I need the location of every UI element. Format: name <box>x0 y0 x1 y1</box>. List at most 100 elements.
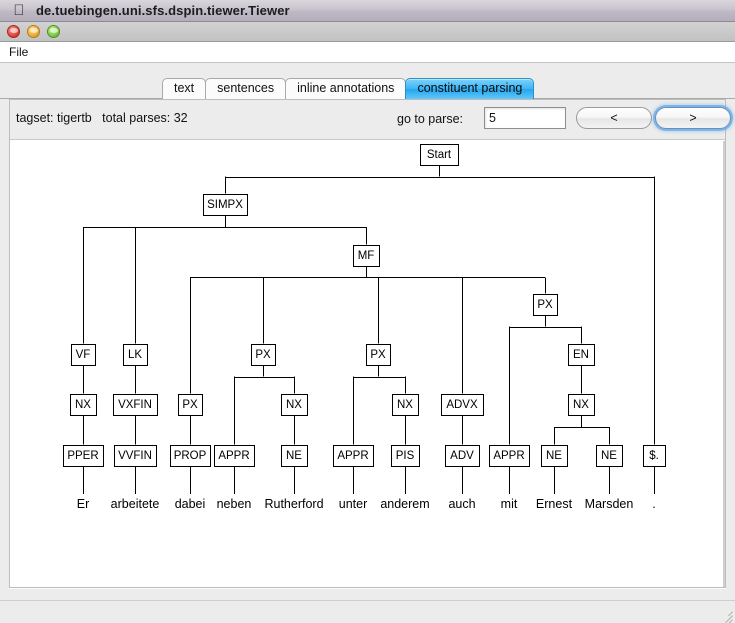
parse-panel: tagset: tigertb total parses: 32 go to p… <box>9 99 731 588</box>
node-label: NX <box>286 399 302 411</box>
resize-grip[interactable] <box>718 607 733 623</box>
node-label: ADV <box>450 450 474 462</box>
tab-strip: text sentences inline annotations consti… <box>0 78 735 99</box>
pos-node-adv[interactable]: ADV <box>445 445 480 467</box>
tree-node-advx[interactable]: ADVX <box>441 394 484 416</box>
terminal-word: arbeitete <box>111 497 160 511</box>
node-label: APPR <box>218 450 249 462</box>
pos-node-vvfin[interactable]: VVFIN <box>114 445 157 467</box>
terminal-word: neben <box>217 497 252 511</box>
tab-list: text sentences inline annotations consti… <box>162 78 535 99</box>
node-label: ADVX <box>446 399 478 411</box>
previous-parse-button[interactable]: < <box>576 107 652 129</box>
node-label: $. <box>649 450 659 462</box>
node-label: LK <box>128 349 142 361</box>
terminal-word: Marsden <box>585 497 634 511</box>
tree-node-start[interactable]: Start <box>420 144 459 166</box>
node-label: NE <box>286 450 302 462</box>
pos-node-appr[interactable]: APPR <box>214 445 255 467</box>
parse-toolbar: tagset: tigertb total parses: 32 go to p… <box>10 100 731 140</box>
application-window:  de.tuebingen.uni.sfs.dspin.tiewer.Tiew… <box>0 0 735 623</box>
node-label: PX <box>537 299 553 311</box>
tree-node-vxfin[interactable]: VXFIN <box>113 394 158 416</box>
tree-node-px[interactable]: PX <box>178 394 203 416</box>
node-label: PX <box>255 349 271 361</box>
parse-tree-canvas[interactable]: Start SIMPX MF PX VF LK PX PX EN NX VXFIN PX NX NX ADV… <box>10 140 725 587</box>
window-controls-bar <box>0 22 735 42</box>
tree-node-px[interactable]: PX <box>366 344 391 366</box>
node-label: VF <box>76 349 91 361</box>
panel-right-edge <box>723 141 725 587</box>
pos-node-[interactable]: $. <box>643 445 666 467</box>
window-title: de.tuebingen.uni.sfs.dspin.tiewer.Tiewer <box>36 3 290 18</box>
os-title-bar:  de.tuebingen.uni.sfs.dspin.tiewer.Tiew… <box>0 0 735 22</box>
tab-inline-annotations[interactable]: inline annotations <box>285 78 407 99</box>
node-label: VVFIN <box>118 450 152 462</box>
node-label: APPR <box>337 450 368 462</box>
constituent-tree: Start SIMPX MF PX VF LK PX PX EN NX VXFIN PX NX NX ADV… <box>63 144 666 511</box>
tree-node-vf[interactable]: VF <box>71 344 96 366</box>
node-label: NX <box>75 399 91 411</box>
terminal-word: unter <box>339 497 368 511</box>
pos-node-ne[interactable]: NE <box>281 445 308 467</box>
menu-bar: File <box>0 42 735 63</box>
tab-sentences[interactable]: sentences <box>205 78 287 99</box>
node-label: SIMPX <box>207 199 243 211</box>
minimize-button[interactable] <box>27 25 40 38</box>
pos-node-pper[interactable]: PPER <box>63 445 104 467</box>
node-label: NE <box>601 450 617 462</box>
tree-node-nx[interactable]: NX <box>70 394 97 416</box>
tree-node-en[interactable]: EN <box>568 344 595 366</box>
word-edges <box>83 465 655 494</box>
node-label: APPR <box>493 450 524 462</box>
close-button[interactable] <box>7 25 20 38</box>
tree-node-simpx[interactable]: SIMPX <box>203 194 248 216</box>
goto-parse-input[interactable] <box>484 107 566 129</box>
tree-node-nx[interactable]: NX <box>392 394 419 416</box>
menu-item-file[interactable]: File <box>0 44 36 61</box>
node-label: NX <box>397 399 413 411</box>
node-label: NE <box>546 450 562 462</box>
terminal-word: . <box>652 497 655 511</box>
tree-node-px[interactable]: PX <box>251 344 276 366</box>
tree-node-px[interactable]: PX <box>533 294 558 316</box>
tree-nodes: Start SIMPX MF PX VF LK PX PX EN NX VXFIN PX NX NX ADV… <box>63 144 666 467</box>
node-label: EN <box>573 349 589 361</box>
node-label: MF <box>358 250 375 262</box>
terminal-word: Ernest <box>536 497 573 511</box>
tree-node-nx[interactable]: NX <box>281 394 308 416</box>
pos-node-appr[interactable]: APPR <box>489 445 530 467</box>
node-label: Start <box>427 149 452 161</box>
pos-node-ne[interactable]: NE <box>541 445 568 467</box>
apple-icon:  <box>0 3 26 18</box>
tree-node-lk[interactable]: LK <box>123 344 148 366</box>
pos-node-appr[interactable]: APPR <box>333 445 374 467</box>
goto-parse-label: go to parse: <box>397 112 464 126</box>
next-parse-button[interactable]: > <box>655 107 731 129</box>
node-label: PPER <box>67 450 98 462</box>
pos-node-ne[interactable]: NE <box>596 445 623 467</box>
node-label: NX <box>573 399 589 411</box>
node-label: VXFIN <box>118 399 152 411</box>
tagset-info: tagset: tigertb total parses: 32 <box>16 111 188 125</box>
terminal-word: mit <box>501 497 518 511</box>
status-strip <box>0 600 735 623</box>
tab-constituent-parsing[interactable]: constituent parsing <box>405 78 535 99</box>
terminal-word: dabei <box>175 497 206 511</box>
node-label: PIS <box>396 450 415 462</box>
node-label: PROP <box>174 450 207 462</box>
tree-node-mf[interactable]: MF <box>353 245 380 267</box>
pos-node-pis[interactable]: PIS <box>391 445 420 467</box>
node-label: PX <box>182 399 198 411</box>
tree-words: Er arbeitete dabei neben Rutherford unter ande… <box>77 497 656 511</box>
pos-node-prop[interactable]: PROP <box>170 445 211 467</box>
content-area: text sentences inline annotations consti… <box>0 63 735 600</box>
terminal-word: anderem <box>380 497 429 511</box>
terminal-word: Er <box>77 497 90 511</box>
terminal-word: auch <box>448 497 475 511</box>
terminal-word: Rutherford <box>264 497 323 511</box>
node-label: PX <box>370 349 386 361</box>
tab-text[interactable]: text <box>162 78 207 99</box>
zoom-button[interactable] <box>47 25 60 38</box>
tree-node-nx[interactable]: NX <box>568 394 595 416</box>
